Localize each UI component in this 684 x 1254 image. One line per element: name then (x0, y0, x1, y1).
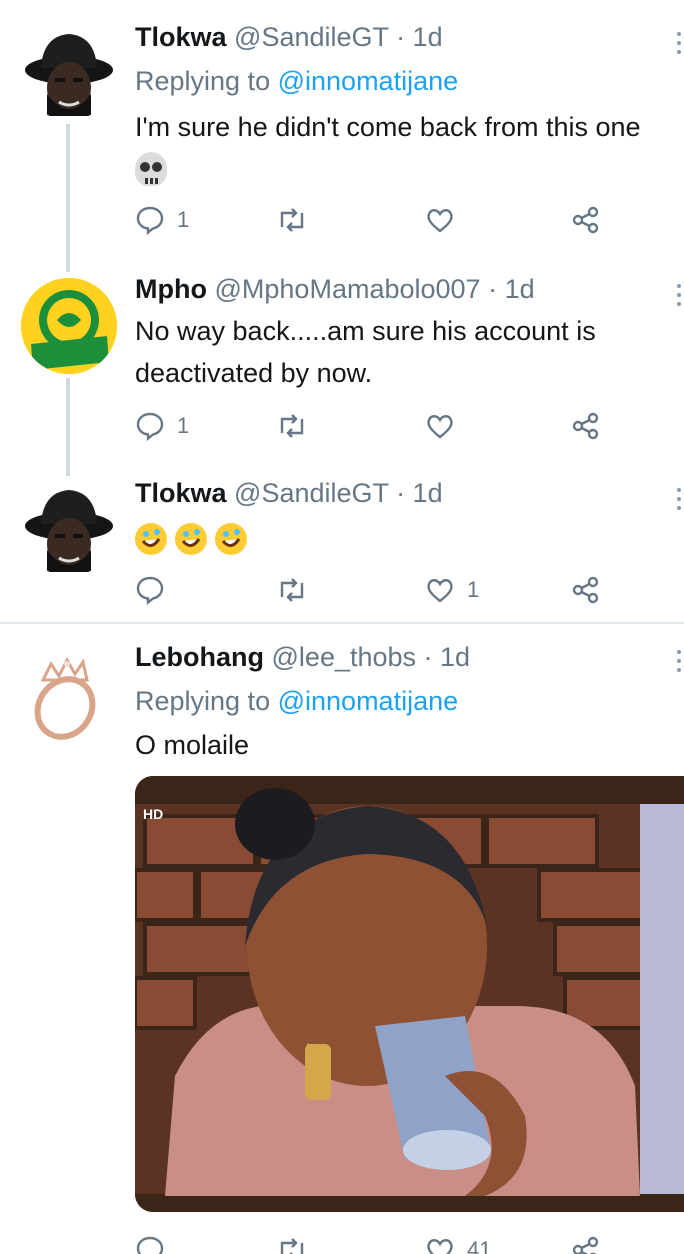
reply-count: 1 (177, 413, 190, 438)
share-icon (572, 412, 599, 440)
retweet-icon (280, 414, 304, 438)
display-name[interactable]: Lebohang (135, 642, 264, 672)
handle[interactable]: @SandileGT (234, 478, 389, 508)
like-button[interactable] (425, 202, 455, 238)
avatar-image (21, 24, 117, 120)
mention-link[interactable]: @innomatijane (278, 66, 459, 96)
tweet[interactable]: Tlokwa @SandileGT · 1d Replying to @inno… (0, 0, 684, 250)
retweet-button[interactable] (275, 1232, 309, 1254)
reply-icon (136, 206, 164, 235)
replying-prefix: Replying to (135, 686, 271, 716)
share-icon (572, 576, 599, 604)
more-icon[interactable] (674, 32, 684, 59)
more-icon[interactable] (674, 488, 684, 515)
rolling-on-floor-laughing-emoji (215, 522, 247, 555)
avatar[interactable] (21, 480, 117, 576)
like-button[interactable]: 1 (425, 572, 479, 608)
replying-to: Replying to @innomatijane (135, 66, 458, 97)
timestamp[interactable]: · 1d (424, 642, 471, 672)
handle[interactable]: @lee_thobs (272, 642, 417, 672)
tweet[interactable]: Tlokwa @SandileGT · 1d 1 (0, 460, 684, 622)
retweet-button[interactable] (275, 572, 309, 608)
reply-count: 1 (177, 207, 190, 232)
like-icon (427, 415, 453, 439)
like-count: 1 (467, 577, 480, 602)
share-icon (572, 1236, 599, 1254)
skull-emoji (135, 152, 167, 186)
avatar-image (21, 650, 117, 746)
replying-to: Replying to @innomatijane (135, 686, 458, 717)
reply-icon (136, 576, 164, 605)
replying-prefix: Replying to (135, 66, 271, 96)
share-button[interactable] (571, 202, 601, 238)
tweet-text: No way back.....am sure his account is d… (135, 310, 596, 394)
handle[interactable]: @SandileGT (234, 22, 389, 52)
tweet-text: O molaile (135, 724, 249, 766)
tweet-text-line: O molaile (135, 730, 250, 760)
reply-button[interactable]: 1 (135, 202, 189, 238)
tweet-text-line: No way back.....am sure his account is (135, 316, 596, 346)
like-count: 41 (467, 1237, 492, 1254)
tweet-header: Tlokwa @SandileGT · 1d (135, 22, 443, 53)
display-name[interactable]: Tlokwa (135, 22, 227, 52)
tweet-header: Lebohang @lee_thobs · 1d (135, 642, 470, 673)
like-icon (427, 209, 453, 233)
like-button[interactable] (425, 408, 455, 444)
share-button[interactable] (571, 572, 601, 608)
tweet-actions: 1 (135, 202, 675, 238)
like-icon (427, 579, 453, 603)
retweet-button[interactable] (275, 408, 309, 444)
avatar[interactable] (21, 650, 117, 746)
display-name[interactable]: Tlokwa (135, 478, 227, 508)
rolling-on-floor-laughing-emoji (135, 522, 167, 555)
avatar-image (21, 278, 117, 374)
media-badge: HD (143, 806, 164, 822)
avatar[interactable] (21, 278, 117, 374)
timestamp[interactable]: · 1d (488, 274, 535, 304)
media-photo (135, 776, 684, 1212)
timestamp[interactable]: · 1d (396, 22, 443, 52)
tweet-text (135, 516, 255, 558)
tweet-header: Tlokwa @SandileGT · 1d (135, 478, 443, 509)
mention-link[interactable]: @innomatijane (278, 686, 459, 716)
tweet-actions: 41 (135, 1232, 675, 1254)
share-button[interactable] (571, 1232, 601, 1254)
display-name[interactable]: Mpho (135, 274, 207, 304)
handle[interactable]: @MphoMamabolo007 (215, 274, 481, 304)
retweet-icon (280, 1238, 304, 1254)
retweet-icon (280, 208, 304, 232)
share-icon (572, 206, 599, 234)
tweet-actions: 1 (135, 408, 675, 444)
tweet-media-image[interactable]: HD (135, 776, 684, 1212)
tweet-actions: 1 (135, 572, 675, 608)
timestamp[interactable]: · 1d (396, 478, 443, 508)
tweet[interactable]: Mpho @MphoMamabolo007 · 1d No way back..… (0, 250, 684, 460)
share-button[interactable] (571, 408, 601, 444)
avatar[interactable] (21, 24, 117, 120)
like-button[interactable]: 41 (425, 1232, 491, 1254)
reply-button[interactable] (135, 572, 165, 608)
reply-button[interactable] (135, 1232, 165, 1254)
more-icon[interactable] (674, 284, 684, 311)
rolling-on-floor-laughing-emoji (175, 522, 207, 555)
avatar-image (21, 480, 117, 576)
reply-button[interactable]: 1 (135, 408, 189, 444)
tweet-text: I'm sure he didn't come back from this o… (135, 106, 641, 198)
tweet-text-line: I'm sure he didn't come back from this o… (135, 112, 641, 142)
reply-icon (136, 1236, 164, 1254)
retweet-icon (280, 578, 304, 602)
retweet-button[interactable] (275, 202, 309, 238)
tweet-header: Mpho @MphoMamabolo007 · 1d (135, 274, 535, 305)
like-icon (427, 1239, 453, 1254)
tweet-text-line: deactivated by now. (135, 358, 373, 388)
reply-icon (136, 412, 164, 441)
more-icon[interactable] (674, 650, 684, 677)
